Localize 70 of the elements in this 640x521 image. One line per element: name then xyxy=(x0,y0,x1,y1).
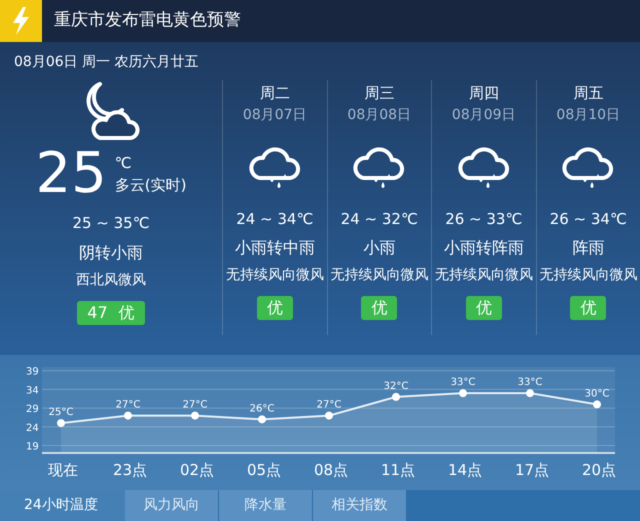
data-point xyxy=(124,412,132,420)
forecast-text: 小雨转中雨 xyxy=(234,237,315,259)
value-label: 30°C xyxy=(584,388,610,400)
y-tick-label: 34 xyxy=(26,385,39,396)
y-tick-label: 24 xyxy=(26,422,39,434)
data-point xyxy=(191,412,199,420)
chart-tab[interactable]: 相关指数 xyxy=(313,490,406,521)
date-label: 08月09日 xyxy=(452,106,516,124)
air-quality-badge: 优 xyxy=(466,296,502,320)
wind-text: 无持续风向微风 xyxy=(330,266,428,285)
chart-tab[interactable]: 24小时温度 xyxy=(0,490,125,521)
date-label: 08月07日 xyxy=(242,106,307,124)
air-quality-badge: 优 xyxy=(361,296,398,320)
weekday-label: 周四 xyxy=(468,83,499,104)
wind-text: 西北风微风 xyxy=(76,270,146,290)
y-tick-label: 29 xyxy=(26,404,39,416)
value-label: 26°C xyxy=(250,403,274,414)
y-tick-label: 39 xyxy=(26,366,39,378)
forecast-text: 阵雨 xyxy=(572,237,604,259)
x-axis-label: 现在 xyxy=(48,461,78,479)
air-quality-badge: 优 xyxy=(570,296,606,320)
wind-text: 无持续风向微风 xyxy=(434,266,533,285)
temperature-range: 26 ~ 34℃ xyxy=(550,208,627,230)
value-label: 27°C xyxy=(316,400,342,411)
x-axis-label: 17点 xyxy=(514,461,550,479)
air-quality-badge: 47 优 xyxy=(77,300,145,324)
temperature-range: 24 ~ 32℃ xyxy=(340,208,418,230)
forecast-text: 阴转小雨 xyxy=(79,242,143,264)
value-label: 27°C xyxy=(182,400,208,411)
value-label: 33°C xyxy=(450,377,476,388)
weekday-label: 周五 xyxy=(573,83,604,104)
x-axis-label: 14点 xyxy=(448,461,482,479)
temperature-range: 25 ~ 35℃ xyxy=(72,213,150,234)
y-tick-label: 19 xyxy=(26,442,39,453)
x-axis-label: 02点 xyxy=(180,461,214,479)
date-label: 08月10日 xyxy=(556,106,620,124)
data-point xyxy=(258,415,266,424)
data-point xyxy=(392,392,400,401)
x-axis-label: 08点 xyxy=(314,461,348,479)
date-line: 08月06日 周一 农历六月廿五 xyxy=(13,53,200,72)
x-axis-label: 05点 xyxy=(246,461,282,479)
current-temperature: 25 xyxy=(36,146,107,202)
wind-text: 无持续风向微风 xyxy=(539,266,638,285)
wind-text: 无持续风向微风 xyxy=(226,266,324,285)
x-axis-label: 23点 xyxy=(112,461,148,479)
air-quality-badge: 优 xyxy=(256,296,293,320)
value-label: 27°C xyxy=(116,400,140,411)
value-label: 32°C xyxy=(384,380,408,392)
data-point xyxy=(325,412,333,420)
value-label: 33°C xyxy=(518,377,542,388)
forecast-text: 小雨 xyxy=(363,237,396,259)
current-condition: 多云(实时) xyxy=(114,175,186,196)
data-point xyxy=(526,389,534,398)
weekday-label: 周三 xyxy=(364,83,394,104)
chart-tab[interactable]: 风力风向 xyxy=(125,490,218,521)
x-axis-label: 20点 xyxy=(582,461,616,479)
data-point xyxy=(593,400,601,408)
alert-title: 重庆市发布雷电黄色预警 xyxy=(53,9,241,32)
data-point xyxy=(57,419,65,428)
temperature-unit: ℃ xyxy=(114,152,133,174)
lightning-icon xyxy=(10,6,32,36)
value-label: 25°C xyxy=(48,407,74,418)
chart-tab[interactable]: 降水量 xyxy=(219,490,312,521)
temperature-range: 24 ~ 34℃ xyxy=(236,208,314,230)
forecast-text: 小雨转阵雨 xyxy=(444,237,524,259)
data-point xyxy=(459,389,467,398)
date-label: 08月08日 xyxy=(347,106,412,124)
weekday-label: 周二 xyxy=(260,83,290,104)
temperature-range: 26 ~ 33℃ xyxy=(445,208,522,230)
x-axis-label: 11点 xyxy=(380,461,416,479)
